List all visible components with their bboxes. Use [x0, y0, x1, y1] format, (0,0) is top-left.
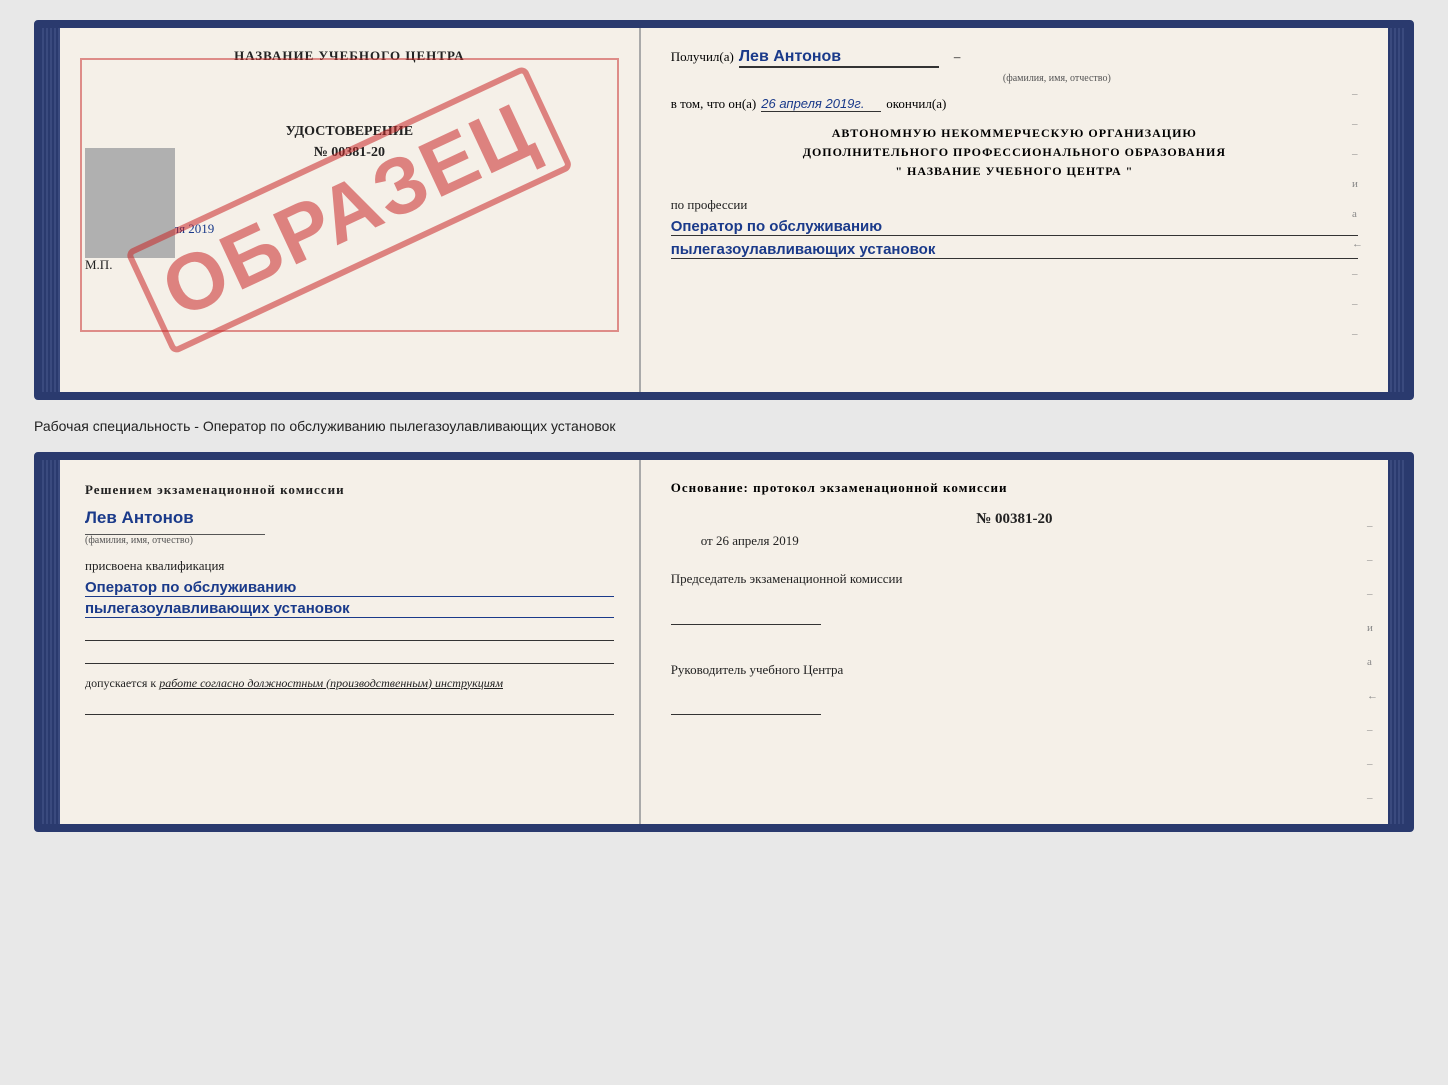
blank-line-2 — [85, 649, 614, 664]
book-spine-bottom-left — [42, 460, 60, 824]
protocol-date: от 26 апреля 2019 — [701, 533, 1358, 549]
poluchil-label: Получил(а) — [671, 49, 734, 65]
dopuskaetsya-value: работе согласно должностным (производств… — [159, 676, 503, 690]
top-left-page: НАЗВАНИЕ УЧЕБНОГО ЦЕНТРА УДОСТОВЕРЕНИЕ №… — [60, 28, 641, 392]
fio-subtitle-top: (фамилия, имя, отчество) — [756, 73, 1358, 84]
org-line2: ДОПОЛНИТЕЛЬНОГО ПРОФЕССИОНАЛЬНОГО ОБРАЗО… — [671, 143, 1358, 162]
top-right-page: Получил(а) Лев Антонов – (фамилия, имя, … — [641, 28, 1388, 392]
profession-line2: пылегазоулавливающих установок — [671, 241, 1358, 259]
cert-title: НАЗВАНИЕ УЧЕБНОГО ЦЕНТРА — [85, 48, 614, 64]
okonchil-label: окончил(а) — [886, 96, 946, 112]
udostoverenie-label: УДОСТОВЕРЕНИЕ — [85, 124, 614, 140]
blank-line-3 — [85, 700, 614, 715]
protocol-date-value: 26 апреля 2019 — [716, 533, 799, 548]
obrazets-stamp: ОБРАЗЕЦ — [125, 65, 574, 355]
top-document: НАЗВАНИЕ УЧЕБНОГО ЦЕНТРА УДОСТОВЕРЕНИЕ №… — [34, 20, 1414, 400]
prisvoena-label: присвоена квалификация — [85, 558, 614, 574]
resheniyem-label: Решением экзаменационной комиссии — [85, 480, 614, 500]
side-dashes-bottom: – – – и а ← – – – — [1367, 520, 1378, 804]
bottom-right-page: Основание: протокол экзаменационной коми… — [641, 460, 1388, 824]
org-line1: АВТОНОМНУЮ НЕКОММЕРЧЕСКУЮ ОРГАНИЗАЦИЮ — [671, 124, 1358, 143]
org-line3: " НАЗВАНИЕ УЧЕБНОГО ЦЕНТРА " — [671, 162, 1358, 181]
dash1: – — [954, 49, 961, 65]
bottom-left-page: Решением экзаменационной комиссии Лев Ан… — [60, 460, 641, 824]
rukovoditel-sig-line — [671, 714, 821, 715]
book-spine-left — [42, 28, 60, 392]
ot-label: от — [701, 533, 713, 548]
protocol-number: № 00381-20 — [671, 511, 1358, 528]
recipient-name: Лев Антонов — [739, 48, 939, 67]
side-dashes-top: – – – и а ← – – – — [1352, 88, 1363, 340]
between-label: Рабочая специальность - Оператор по обсл… — [34, 410, 1414, 442]
qual-line1: Оператор по обслуживанию — [85, 579, 614, 597]
page-wrapper: НАЗВАНИЕ УЧЕБНОГО ЦЕНТРА УДОСТОВЕРЕНИЕ №… — [34, 20, 1414, 832]
vtom-label: в том, что он(а) — [671, 96, 757, 112]
book-spine-right — [1388, 28, 1406, 392]
rukovoditel-label: Руководитель учебного Центра — [671, 660, 1358, 680]
po-professii-label: по профессии — [671, 197, 1358, 213]
vtom-date: 26 апреля 2019г. — [761, 96, 881, 112]
bottom-document: Решением экзаменационной комиссии Лев Ан… — [34, 452, 1414, 832]
profession-line1: Оператор по обслуживанию — [671, 218, 1358, 236]
book-spine-bottom-right — [1388, 460, 1406, 824]
bottom-name-cursive: Лев Антонов — [85, 508, 614, 528]
qual-line2: пылегазоулавливающих установок — [85, 600, 614, 618]
org-block: АВТОНОМНУЮ НЕКОММЕРЧЕСКУЮ ОРГАНИЗАЦИЮ ДО… — [671, 124, 1358, 182]
dopuskaetsya-label: допускается к — [85, 676, 156, 690]
rukovoditel-block: Руководитель учебного Центра — [671, 660, 1358, 721]
predsedatel-label: Председатель экзаменационной комиссии — [671, 569, 1358, 589]
mp-label: М.П. — [85, 257, 614, 273]
predsedatel-sig-line — [671, 624, 821, 625]
predsedatel-block: Председатель экзаменационной комиссии — [671, 569, 1358, 630]
dopuskaetsya-block: допускается к работе согласно должностны… — [85, 674, 614, 692]
recipient-line: Получил(а) Лев Антонов – — [671, 48, 1358, 68]
date-line: в том, что он(а) 26 апреля 2019г. окончи… — [671, 96, 1358, 112]
photo-placeholder — [85, 148, 175, 258]
osnovaniye-title: Основание: протокол экзаменационной коми… — [671, 480, 1358, 496]
blank-line-1 — [85, 626, 614, 641]
bottom-fio-subtitle: (фамилия, имя, отчество) — [85, 534, 265, 546]
